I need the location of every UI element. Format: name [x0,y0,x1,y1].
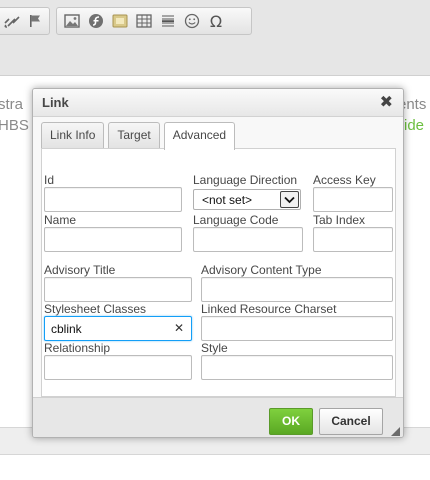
stylesheet-classes-label: Stylesheet Classes [44,302,147,316]
chevron-down-icon[interactable] [280,191,299,208]
anchor-flag-icon[interactable] [23,10,46,32]
editor-toolbar: Ω [0,0,430,76]
language-direction-select[interactable]: <not set> [193,189,301,210]
name-field[interactable] [44,227,182,252]
language-direction-label: Language Direction [193,173,298,187]
advisory-title-label: Advisory Title [44,263,116,277]
stylesheet-classes-field[interactable] [44,316,192,341]
advanced-panel: Id Language Direction <not set> Access K… [41,148,396,397]
clear-icon[interactable]: ✕ [174,321,184,335]
toolbar-group-links [0,7,50,35]
advisory-content-type-field[interactable] [201,277,393,302]
dialog-footer: OK Cancel [33,397,403,437]
access-key-label: Access Key [313,173,376,187]
language-direction-value: <not set> [202,193,253,207]
tab-target[interactable]: Target [108,122,160,148]
id-label: Id [44,173,55,187]
tab-advanced[interactable]: Advanced [163,122,236,150]
tab-link-info[interactable]: Link Info [41,122,105,148]
horizontal-rule-icon[interactable] [156,10,180,32]
link-dialog: Link ✖ Link Info Target Advanced Id Lang… [32,88,404,438]
table-icon[interactable] [132,10,156,32]
tab-index-label: Tab Index [313,213,366,227]
tab-index-field[interactable] [313,227,393,252]
editor-text-fragment: stra [0,96,24,113]
access-key-field[interactable] [313,187,393,212]
ok-button[interactable]: OK [269,408,313,435]
iframe-icon[interactable] [108,10,132,32]
advisory-content-type-label: Advisory Content Type [201,263,322,277]
unlink-icon[interactable] [0,10,23,32]
language-code-label: Language Code [193,213,279,227]
image-icon[interactable] [60,10,84,32]
close-icon[interactable]: ✖ [380,92,393,111]
style-field[interactable] [201,355,393,380]
flash-icon[interactable] [84,10,108,32]
language-code-field[interactable] [193,227,303,252]
advisory-title-field[interactable] [44,277,192,302]
relationship-field[interactable] [44,355,192,380]
dialog-title: Link [42,95,69,110]
editor-link-fragment[interactable]: ide [404,117,424,134]
dialog-title-bar[interactable]: Link ✖ [33,89,403,117]
smiley-icon[interactable] [180,10,204,32]
linked-resource-charset-field[interactable] [201,316,393,341]
linked-resource-charset-label: Linked Resource Charset [201,302,337,316]
toolbar-group-insert: Ω [56,7,252,35]
relationship-label: Relationship [44,341,111,355]
resize-grip-icon[interactable] [391,427,400,436]
name-label: Name [44,213,77,227]
cancel-button[interactable]: Cancel [319,408,383,435]
dialog-tabs: Link Info Target Advanced [41,122,239,150]
style-label: Style [201,341,228,355]
id-field[interactable] [44,187,182,212]
editor-text-fragment: HBS [0,117,29,134]
special-char-icon[interactable]: Ω [204,10,228,32]
